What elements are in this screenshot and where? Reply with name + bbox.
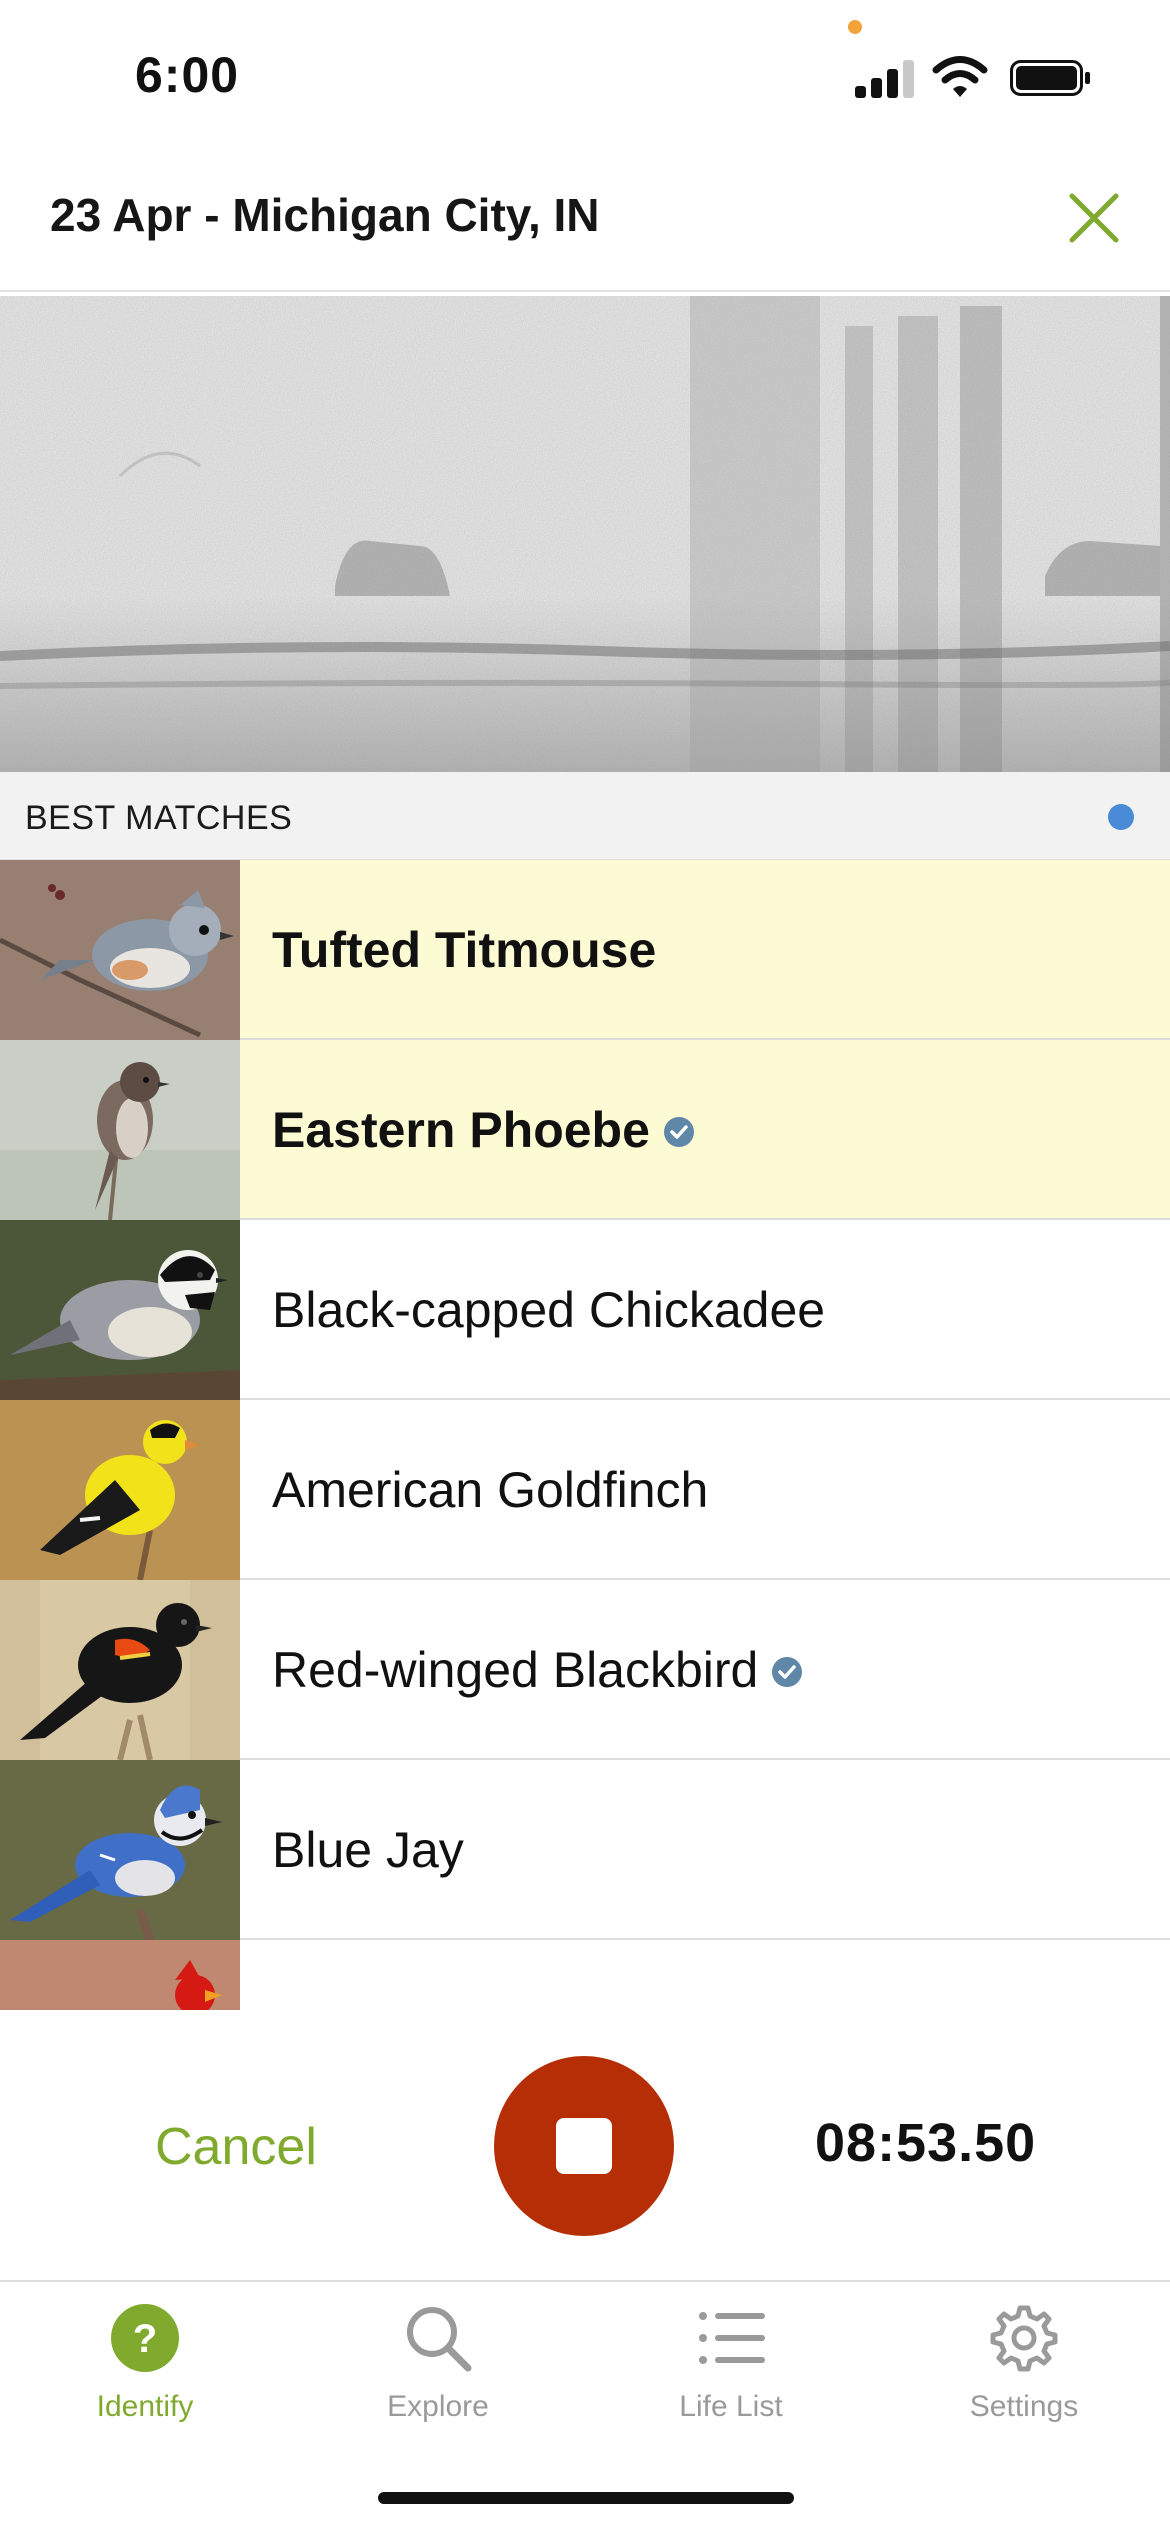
battery-icon bbox=[1010, 60, 1090, 96]
merlin-identify-screen: 6:00 23 Apr - Michigan City, IN BEST MAT… bbox=[0, 0, 1170, 2532]
close-icon[interactable] bbox=[1062, 186, 1126, 250]
match-row-tufted-titmouse[interactable]: Tufted Titmouse bbox=[0, 860, 1170, 1040]
search-icon bbox=[407, 2307, 472, 2372]
match-name-text: Black-capped Chickadee bbox=[272, 1282, 826, 1338]
list-icon bbox=[699, 2312, 765, 2364]
question-circle-icon: ? bbox=[111, 2304, 179, 2372]
wifi-icon bbox=[932, 56, 988, 97]
home-indicator[interactable] bbox=[378, 2492, 794, 2504]
match-row-american-goldfinch[interactable]: American Goldfinch bbox=[0, 1400, 1170, 1580]
status-time: 6:00 bbox=[135, 47, 240, 103]
match-list[interactable]: Tufted Titmouse Eastern Phoebe Black-cap… bbox=[0, 860, 1170, 2010]
svg-text:?: ? bbox=[133, 2317, 157, 2361]
section-title: BEST MATCHES bbox=[25, 799, 293, 837]
sound-spectrogram bbox=[0, 296, 1170, 772]
best-matches-header: BEST MATCHES bbox=[0, 772, 1170, 860]
match-name-text: Eastern Phoebe bbox=[272, 1102, 650, 1158]
gear-icon bbox=[990, 2305, 1058, 2372]
match-name: Eastern Phoebe bbox=[272, 1040, 696, 1220]
match-name: Red-winged Blackbird bbox=[272, 1580, 804, 1760]
listening-indicator-dot bbox=[1108, 804, 1134, 830]
cancel-button[interactable]: Cancel bbox=[155, 2117, 317, 2177]
eastern-phoebe-photo bbox=[0, 1040, 240, 1220]
recording-controls: Cancel 08:53.50 bbox=[0, 2012, 1170, 2280]
match-row-eastern-phoebe[interactable]: Eastern Phoebe bbox=[0, 1040, 1170, 1220]
match-name: Tufted Titmouse bbox=[272, 860, 656, 1040]
verified-check-icon bbox=[772, 1656, 803, 1687]
tab-label: Explore bbox=[387, 2390, 489, 2423]
match-row-red-winged-blackbird[interactable]: Red-winged Blackbird bbox=[0, 1580, 1170, 1760]
verified-check-icon bbox=[663, 1116, 694, 1147]
status-bar: 6:00 bbox=[0, 0, 1170, 150]
american-goldfinch-photo bbox=[0, 1400, 240, 1580]
tab-identify[interactable]: ? Identify bbox=[45, 2302, 245, 2452]
stop-icon bbox=[556, 2118, 612, 2174]
red-winged-blackbird-photo bbox=[0, 1580, 240, 1760]
recording-timer: 08:53.50 bbox=[815, 2113, 1037, 2173]
match-name: Black-capped Chickadee bbox=[272, 1220, 825, 1400]
match-row-blue-jay[interactable]: Blue Jay bbox=[0, 1760, 1170, 1940]
mic-indicator-dot bbox=[848, 20, 862, 34]
session-title: 23 Apr - Michigan City, IN bbox=[50, 189, 600, 241]
blue-jay-photo bbox=[0, 1760, 240, 1940]
tab-life-list[interactable]: Life List bbox=[631, 2302, 831, 2452]
session-header: 23 Apr - Michigan City, IN bbox=[0, 150, 1170, 292]
match-name: Blue Jay bbox=[272, 1760, 464, 1940]
match-name-text: Tufted Titmouse bbox=[272, 922, 657, 978]
match-name-text: American Goldfinch bbox=[272, 1462, 709, 1518]
black-capped-chickadee-photo bbox=[0, 1220, 240, 1400]
match-name-text: Blue Jay bbox=[272, 1822, 464, 1878]
match-name-text: Red-winged Blackbird bbox=[272, 1642, 759, 1698]
tab-settings[interactable]: Settings bbox=[924, 2302, 1124, 2452]
tab-explore[interactable]: Explore bbox=[338, 2302, 538, 2452]
tab-label: Life List bbox=[679, 2390, 783, 2423]
tab-label: Identify bbox=[96, 2390, 194, 2423]
match-name: American Goldfinch bbox=[272, 1400, 708, 1580]
tab-label: Settings bbox=[969, 2390, 1079, 2423]
cellular-signal-icon bbox=[855, 58, 917, 98]
match-row-black-capped-chickadee[interactable]: Black-capped Chickadee bbox=[0, 1220, 1170, 1400]
match-row-partial[interactable] bbox=[0, 1940, 1170, 2010]
tufted-titmouse-photo bbox=[0, 860, 240, 1040]
partial-bird-photo bbox=[0, 1940, 240, 2010]
stop-recording-button[interactable] bbox=[494, 2056, 674, 2236]
